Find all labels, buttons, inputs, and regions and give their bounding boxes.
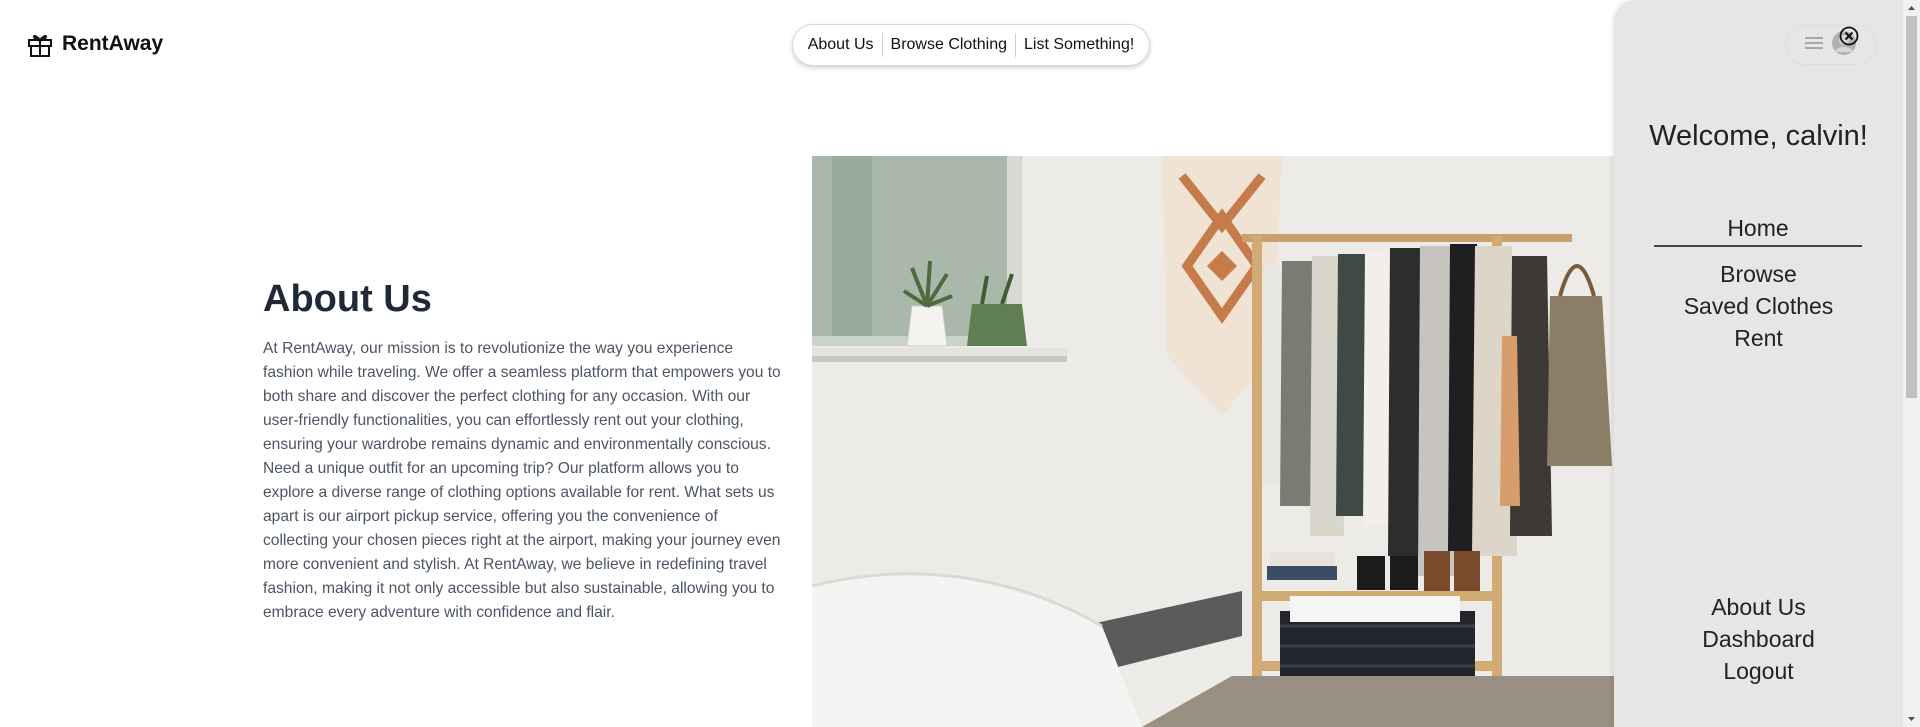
home-underline (1654, 245, 1862, 247)
hero-image (812, 156, 1630, 727)
drawer-logout-link[interactable]: Logout (1614, 655, 1903, 687)
brand-name: RentAway (62, 32, 164, 55)
close-circle-icon[interactable] (1839, 26, 1859, 46)
brand-logo[interactable]: RentAway (26, 30, 163, 58)
drawer-saved-clothes-link[interactable]: Saved Clothes (1614, 290, 1903, 322)
scrollbar-thumb[interactable] (1906, 16, 1917, 398)
drawer-dashboard-link[interactable]: Dashboard (1614, 623, 1903, 655)
drawer-home-link[interactable]: Home (1654, 212, 1862, 244)
scroll-down-icon[interactable] (1906, 714, 1917, 724)
hamburger-icon (1805, 36, 1823, 55)
nav-about-us[interactable]: About Us (800, 34, 882, 56)
drawer-about-us-link[interactable]: About Us (1614, 591, 1903, 623)
menu-avatar-button[interactable] (1785, 25, 1877, 65)
nav-browse-clothing[interactable]: Browse Clothing (883, 34, 1016, 56)
side-drawer: Welcome, calvin! Home Browse Saved Cloth… (1614, 0, 1903, 727)
scroll-up-icon[interactable] (1906, 3, 1917, 13)
gift-icon (26, 30, 54, 58)
nav-list-something[interactable]: List Something! (1016, 34, 1142, 56)
drawer-nav-secondary: About Us Dashboard Logout (1614, 591, 1903, 687)
top-nav: About Us Browse Clothing List Something! (792, 24, 1150, 66)
welcome-message: Welcome, calvin! (1649, 120, 1868, 152)
about-body: At RentAway, our mission is to revolutio… (263, 340, 781, 621)
drawer-nav-main: Browse Saved Clothes Rent (1614, 258, 1903, 354)
drawer-rent-link[interactable]: Rent (1614, 322, 1903, 354)
drawer-browse-link[interactable]: Browse (1614, 258, 1903, 290)
about-title: About Us (263, 278, 432, 320)
